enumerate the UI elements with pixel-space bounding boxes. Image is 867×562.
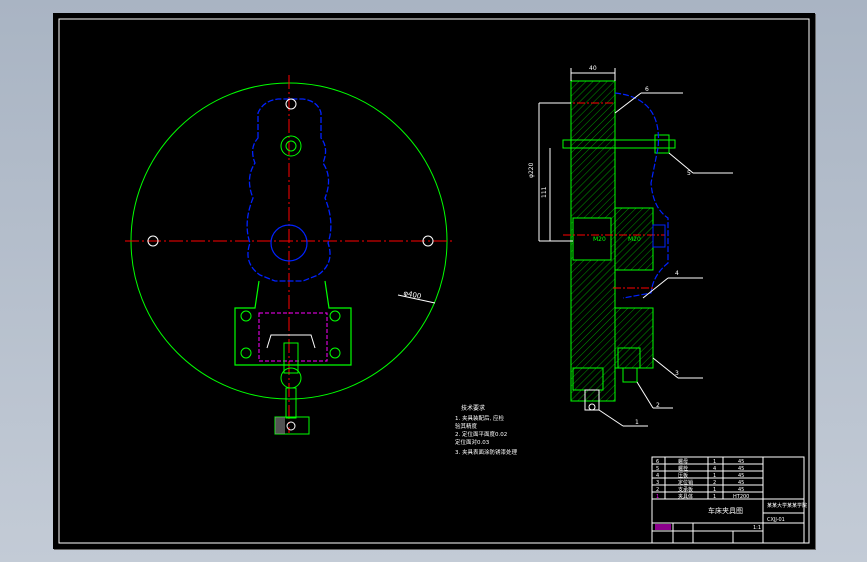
- balloon-1: 6: [645, 86, 649, 93]
- block-bolt-3: [240, 347, 252, 359]
- part-qty-2: 4: [713, 466, 716, 472]
- part-mat-5: 45: [738, 487, 744, 493]
- title-block: 6 螺母 1 45 5 螺栓 4 45 4 压板 1 45 3 定位销 2 45…: [651, 456, 807, 544]
- handle-knurl: [275, 417, 285, 434]
- cad-drawing-canvas: φ400 M20 M20 40 φ220 111 6 5 4 3 2 1 技术要…: [58, 18, 810, 544]
- locating-block: [234, 280, 352, 366]
- part-mat-1: 45: [738, 459, 744, 465]
- tech-req-heading: 技术要求: [461, 404, 485, 412]
- drawing-number: CXJJ-01: [767, 517, 785, 523]
- top-boss: [280, 135, 302, 157]
- height-label-a: φ220: [528, 162, 535, 178]
- block-bolt-2: [329, 310, 341, 322]
- school-name: 某某大学某某学院: [767, 502, 807, 509]
- title-block-frame: [651, 456, 805, 544]
- technical-requirements: 技术要求 1. 夹具装配后, 应检 验其精度 2. 定位面平面度0.02 定位面…: [455, 404, 517, 456]
- front-view: φ400: [125, 75, 455, 435]
- signature-cell: [655, 524, 671, 530]
- balloon-2: 5: [687, 170, 691, 177]
- part-name-5: 支承板: [678, 486, 693, 493]
- part-name-1: 螺母: [678, 458, 688, 465]
- part-name-2: 螺栓: [678, 465, 688, 472]
- parts-list: 6 螺母 1 45 5 螺栓 4 45 4 压板 1 45 3 定位销 2 45…: [652, 457, 804, 543]
- v-block-outline: [258, 312, 328, 362]
- tech-req-line-2: 验其精度: [455, 422, 478, 430]
- workpiece-side-boss: [652, 224, 666, 248]
- top-hole: [285, 98, 297, 110]
- part-qty-1: 1: [713, 459, 716, 465]
- balloon-5: 2: [656, 402, 660, 409]
- diameter-label: φ400: [403, 289, 422, 301]
- clamp-stem: [285, 387, 297, 419]
- side-section-view: M20 M20 40 φ220 111 6 5 4 3 2 1: [528, 65, 733, 427]
- part-mat-3: 45: [738, 473, 744, 479]
- part-no-3: 4: [656, 473, 659, 479]
- part-qty-3: 1: [713, 473, 716, 479]
- thickness-label: 40: [589, 65, 597, 72]
- leader-5: [636, 381, 654, 409]
- height-label-b: 111: [541, 186, 548, 198]
- part-qty-6: 1: [713, 494, 716, 500]
- bore-mark-1: M20: [593, 236, 606, 243]
- scale-label: 1:1: [753, 525, 761, 531]
- tech-req-line-3: 2. 定位面平面度0.02: [455, 430, 507, 438]
- top-boss-hole: [285, 140, 297, 152]
- part-no-6: 1: [656, 494, 659, 500]
- balloon-4: 3: [675, 370, 679, 377]
- part-qty-5: 1: [713, 487, 716, 493]
- part-no-2: 5: [656, 466, 659, 472]
- tech-req-line-5: 3. 夹具表面涂防锈漆处理: [455, 448, 517, 456]
- part-qty-4: 2: [713, 480, 716, 486]
- handle-pin: [286, 421, 296, 431]
- clamp-section: [614, 307, 654, 369]
- part-name-6: 夹具体: [678, 493, 693, 500]
- part-no-1: 6: [656, 459, 659, 465]
- leader-6: [598, 409, 624, 427]
- drawing-sheet: φ400 M20 M20 40 φ220 111 6 5 4 3 2 1 技术要…: [53, 13, 815, 549]
- balloon-6: 1: [635, 419, 639, 426]
- balloon-3: 4: [675, 270, 679, 277]
- block-bolt-4: [329, 347, 341, 359]
- part-no-5: 2: [656, 487, 659, 493]
- part-mat-2: 45: [738, 466, 744, 472]
- bore-mark-2: M20: [628, 236, 641, 243]
- part-mat-6: HT200: [733, 494, 749, 500]
- part-no-4: 3: [656, 480, 659, 486]
- block-bolt-1: [240, 310, 252, 322]
- tech-req-line-4: 定位面对0.03: [455, 438, 490, 446]
- clamp-knob: [280, 367, 302, 389]
- part-mat-4: 45: [738, 480, 744, 486]
- bottom-bolt-head: [588, 403, 596, 411]
- clamp-washer: [622, 367, 638, 383]
- tech-req-line-1: 1. 夹具装配后, 应检: [455, 414, 504, 422]
- part-name-4: 定位销: [678, 479, 693, 486]
- drawing-title: 车床夹具图: [708, 506, 743, 515]
- v-block-seat: [266, 334, 316, 349]
- part-name-3: 压板: [678, 472, 688, 479]
